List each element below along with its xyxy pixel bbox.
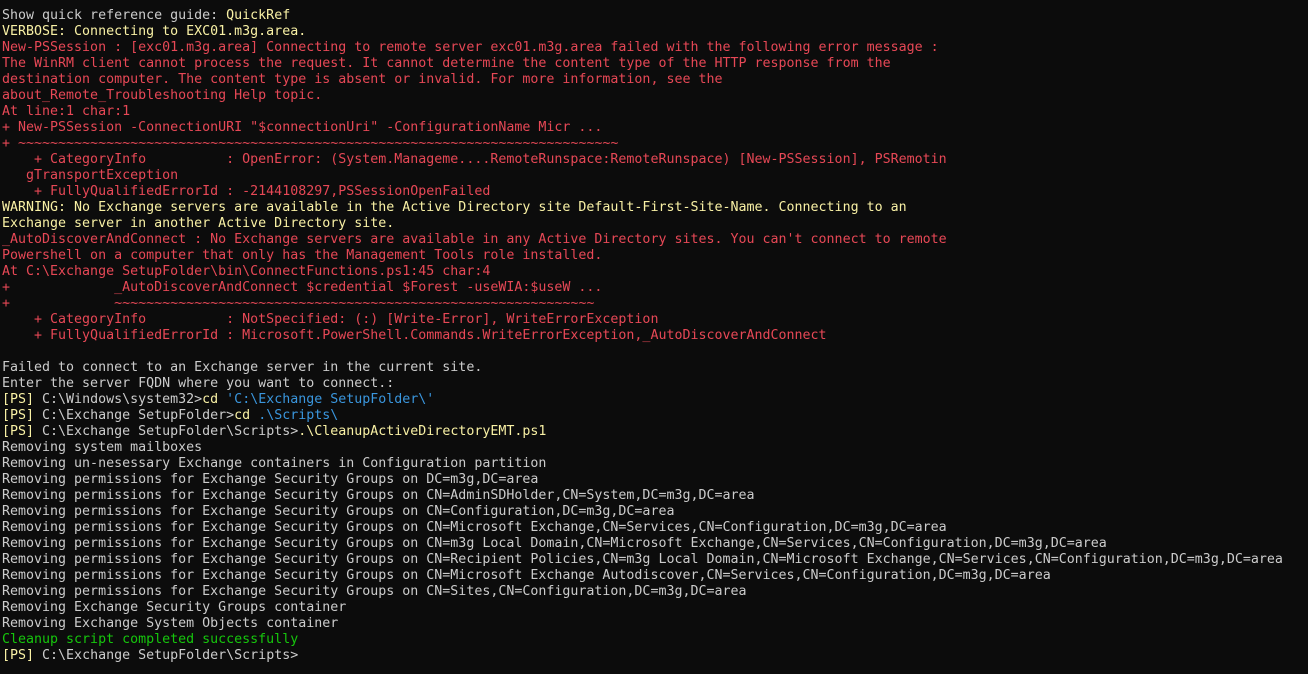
prompt-indicator: [PS] <box>2 408 35 423</box>
output-line: Removing permissions for Exchange Securi… <box>2 552 1283 567</box>
prompt-line: [PS] C:\Exchange SetupFolder\Scripts> <box>2 648 1308 664</box>
command-argument: .\Scripts\ <box>250 408 339 423</box>
output-line: Removing system mailboxes <box>2 440 203 455</box>
error-line: _AutoDiscoverAndConnect : No Exchange se… <box>2 232 947 247</box>
prompt-indicator: [PS] <box>2 424 35 439</box>
error-line: + CategoryInfo : NotSpecified: (:) [Writ… <box>2 312 659 327</box>
output-line: Removing Exchange Security Groups contai… <box>2 600 347 615</box>
error-line: The WinRM client cannot process the requ… <box>2 56 891 71</box>
error-line: destination computer. The content type i… <box>2 72 723 87</box>
error-line: + FullyQualifiedErrorId : Microsoft.Powe… <box>2 328 827 343</box>
success-line: Cleanup script completed successfully <box>2 632 299 647</box>
terminal-output[interactable]: Show quick reference guide: QuickRef VERB… <box>0 0 1308 674</box>
error-line: + CategoryInfo : OpenError: (System.Mana… <box>2 152 947 167</box>
prompt-path: C:\Exchange SetupFolder\Scripts> <box>34 648 299 663</box>
output-text: Show quick reference guide: <box>2 8 227 23</box>
prompt-path: C:\Exchange SetupFolder\Scripts> <box>34 424 299 439</box>
quickref-command: QuickRef <box>226 8 291 23</box>
output-line: Removing Exchange System Objects contain… <box>2 616 339 631</box>
prompt-indicator: [PS] <box>2 648 35 663</box>
prompt-line: [PS] C:\Exchange SetupFolder>cd .\Script… <box>2 408 1308 424</box>
error-line: New-PSSession : [exc01.m3g.area] Connect… <box>2 40 939 55</box>
output-line: Removing permissions for Exchange Securi… <box>2 536 1107 551</box>
prompt-line: [PS] C:\Exchange SetupFolder\Scripts>.\C… <box>2 424 1308 440</box>
output-line: Enter the server FQDN where you want to … <box>2 376 395 391</box>
error-line: At C:\Exchange SetupFolder\bin\ConnectFu… <box>2 264 491 279</box>
output-line: Removing permissions for Exchange Securi… <box>2 520 947 535</box>
error-line: gTransportException <box>2 168 179 183</box>
error-line: + New-PSSession -ConnectionURI "$connect… <box>2 120 603 135</box>
output-line: Removing permissions for Exchange Securi… <box>2 504 675 519</box>
error-line: + _AutoDiscoverAndConnect $credential $F… <box>2 280 603 295</box>
error-line: Powershell on a computer that only has t… <box>2 248 603 263</box>
output-line: Removing un-nesessary Exchange container… <box>2 456 547 471</box>
command-text: .\CleanupActiveDirectoryEMT.ps1 <box>298 424 547 439</box>
output-line: Failed to connect to an Exchange server … <box>2 360 483 375</box>
output-line: Show quick reference guide: QuickRef <box>2 8 1308 24</box>
error-line: + ~~~~~~~~~~~~~~~~~~~~~~~~~~~~~~~~~~~~~~… <box>2 296 595 311</box>
error-line: At line:1 char:1 <box>2 104 131 119</box>
warning-line: WARNING: No Exchange servers are availab… <box>2 200 907 215</box>
output-line: Removing permissions for Exchange Securi… <box>2 488 755 503</box>
command-text: cd <box>234 408 251 423</box>
output-line: Removing permissions for Exchange Securi… <box>2 584 747 599</box>
error-line: + ~~~~~~~~~~~~~~~~~~~~~~~~~~~~~~~~~~~~~~… <box>2 136 619 151</box>
error-line: + FullyQualifiedErrorId : -2144108297,PS… <box>2 184 491 199</box>
prompt-path: C:\Exchange SetupFolder> <box>34 408 235 423</box>
output-line: Removing permissions for Exchange Securi… <box>2 472 539 487</box>
prompt-path: C:\Windows\system32> <box>34 392 203 407</box>
command-argument: 'C:\Exchange SetupFolder\' <box>218 392 435 407</box>
prompt-indicator: [PS] <box>2 392 35 407</box>
prompt-line: [PS] C:\Windows\system32>cd 'C:\Exchange… <box>2 392 1308 408</box>
command-text: cd <box>202 392 219 407</box>
error-line: about_Remote_Troubleshooting Help topic. <box>2 88 323 103</box>
warning-line: Exchange server in another Active Direct… <box>2 216 395 231</box>
output-line: Removing permissions for Exchange Securi… <box>2 568 1051 583</box>
verbose-line: VERBOSE: Connecting to EXC01.m3g.area. <box>2 24 307 39</box>
